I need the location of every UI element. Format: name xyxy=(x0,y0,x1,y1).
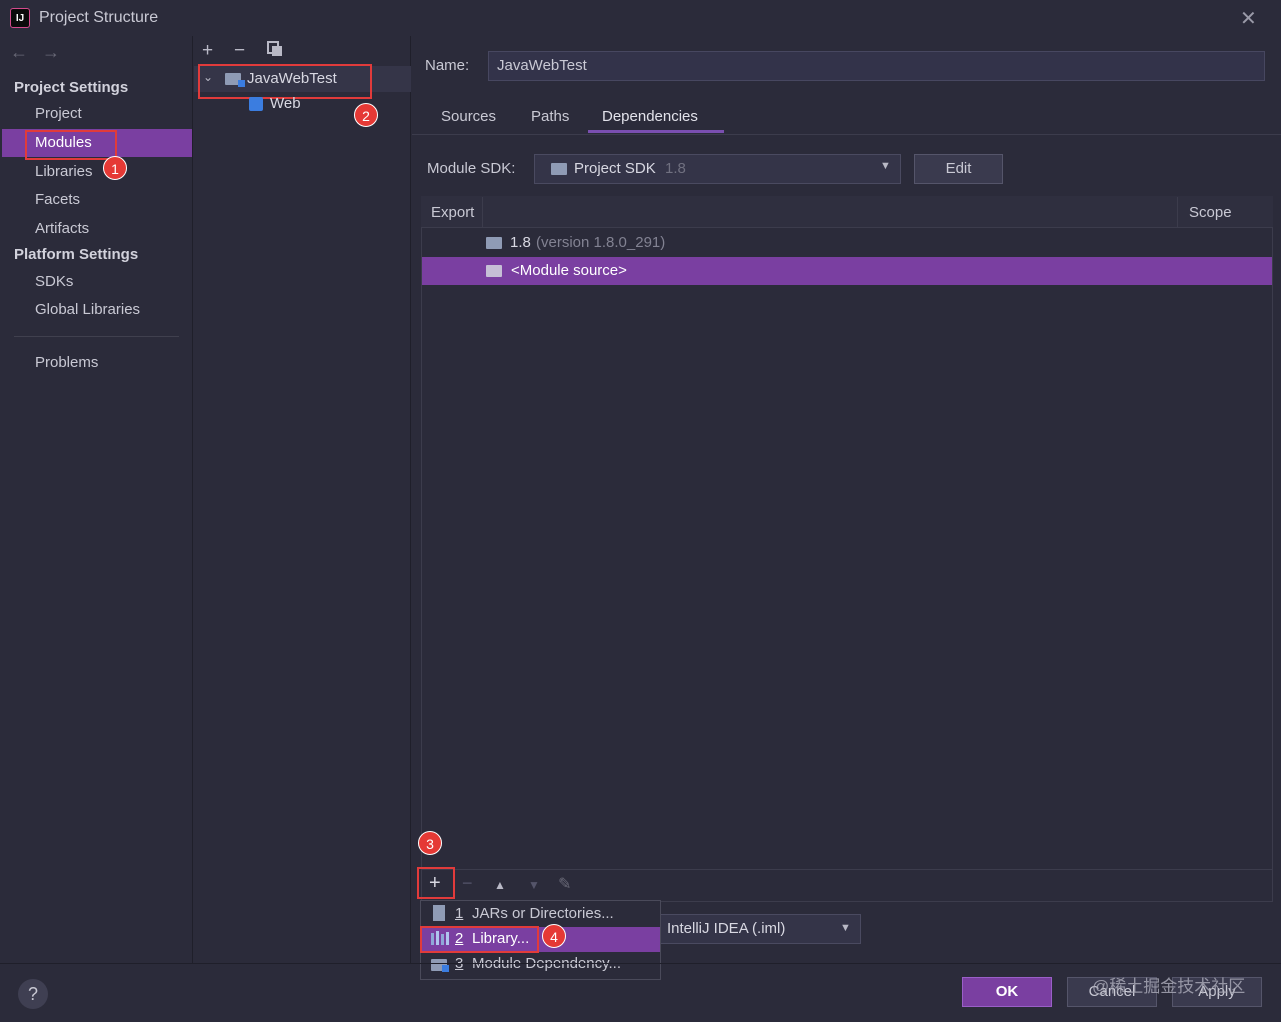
menu-item-jars[interactable]: JARs or Directories... xyxy=(472,905,614,922)
jar-icon xyxy=(433,905,445,921)
table-row-jdk-name[interactable]: 1.8 xyxy=(510,234,531,251)
tab-paths[interactable]: Paths xyxy=(531,108,569,125)
column-separator xyxy=(1177,197,1178,228)
sidebar-item-global-libraries[interactable]: Global Libraries xyxy=(35,301,140,318)
sidebar-item-libraries[interactable]: Libraries xyxy=(35,163,93,180)
web-facet-icon xyxy=(249,97,263,111)
section-platform-settings: Platform Settings xyxy=(14,246,139,263)
name-label: Name: xyxy=(425,57,470,74)
sidebar-divider xyxy=(14,336,179,337)
footer-divider xyxy=(0,963,1281,964)
edit-sdk-button[interactable]: Edit xyxy=(914,154,1003,184)
tab-dependencies[interactable]: Dependencies xyxy=(602,108,698,125)
annotation-badge-1: 1 xyxy=(103,156,127,180)
sdk-folder-icon xyxy=(551,163,567,175)
sidebar xyxy=(0,36,193,964)
sdk-version: 1.8 xyxy=(665,160,686,177)
module-sdk-label: Module SDK: xyxy=(427,160,516,177)
active-tab-indicator xyxy=(588,130,724,133)
column-header-export[interactable]: Export xyxy=(431,204,474,221)
format-dropdown-arrow-icon[interactable]: ▼ xyxy=(840,922,851,934)
ok-button[interactable]: OK xyxy=(962,977,1052,1007)
module-dependency-badge-icon xyxy=(442,965,449,972)
annotation-badge-4: 4 xyxy=(542,924,566,948)
tab-sources[interactable]: Sources xyxy=(441,108,496,125)
intellij-logo-icon: IJ xyxy=(10,8,30,28)
title-bar xyxy=(0,0,1281,36)
dependencies-toolbar xyxy=(421,869,1273,902)
name-field[interactable]: JavaWebTest xyxy=(488,51,1265,81)
back-arrow-icon[interactable]: ← xyxy=(10,42,28,63)
sidebar-item-problems[interactable]: Problems xyxy=(35,354,98,371)
annotation-badge-2: 2 xyxy=(354,103,378,127)
dropdown-arrow-icon[interactable]: ▼ xyxy=(880,160,891,172)
sidebar-item-artifacts[interactable]: Artifacts xyxy=(35,220,89,237)
sidebar-item-project[interactable]: Project xyxy=(35,105,82,122)
close-icon[interactable]: ✕ xyxy=(1240,6,1257,31)
module-format-value: IntelliJ IDEA (.iml) xyxy=(667,920,786,937)
table-header xyxy=(421,196,1273,228)
tabs-divider xyxy=(412,134,1281,135)
forward-arrow-icon[interactable]: → xyxy=(42,42,60,63)
annotation-badge-3: 3 xyxy=(418,831,442,855)
table-row-module-source[interactable]: <Module source> xyxy=(511,262,627,279)
remove-dependency-icon[interactable]: − xyxy=(462,873,473,894)
edit-pencil-icon[interactable]: ✎ xyxy=(558,874,571,894)
jdk-folder-icon xyxy=(486,237,502,249)
move-up-icon[interactable]: ▲ xyxy=(494,878,506,892)
tree-item-web[interactable]: Web xyxy=(270,95,301,112)
sidebar-item-facets[interactable]: Facets xyxy=(35,191,80,208)
sidebar-item-sdks[interactable]: SDKs xyxy=(35,273,73,290)
watermark: @稀土掘金技术社区 xyxy=(1092,977,1246,996)
menu-item-1-number: 1 xyxy=(455,905,464,922)
move-down-icon[interactable]: ▼ xyxy=(528,878,540,892)
module-source-folder-icon xyxy=(486,265,502,277)
window-title: Project Structure xyxy=(39,9,159,26)
section-project-settings: Project Settings xyxy=(14,79,129,96)
sdk-selected-value: Project SDK xyxy=(574,160,656,177)
module-tree-panel xyxy=(194,36,411,964)
annotation-box-module xyxy=(198,64,372,99)
table-row-jdk-version: (version 1.8.0_291) xyxy=(536,234,666,251)
remove-icon[interactable]: − xyxy=(234,40,245,62)
add-dependency-icon[interactable]: + xyxy=(429,872,441,895)
annotation-box-modules xyxy=(25,130,117,160)
copy-icon[interactable] xyxy=(267,41,283,57)
column-separator xyxy=(482,197,483,228)
dependencies-table xyxy=(421,196,1273,902)
add-icon[interactable]: + xyxy=(202,40,213,62)
column-header-scope[interactable]: Scope xyxy=(1189,204,1232,221)
annotation-box-library xyxy=(420,926,539,953)
help-icon[interactable]: ? xyxy=(18,979,48,1009)
